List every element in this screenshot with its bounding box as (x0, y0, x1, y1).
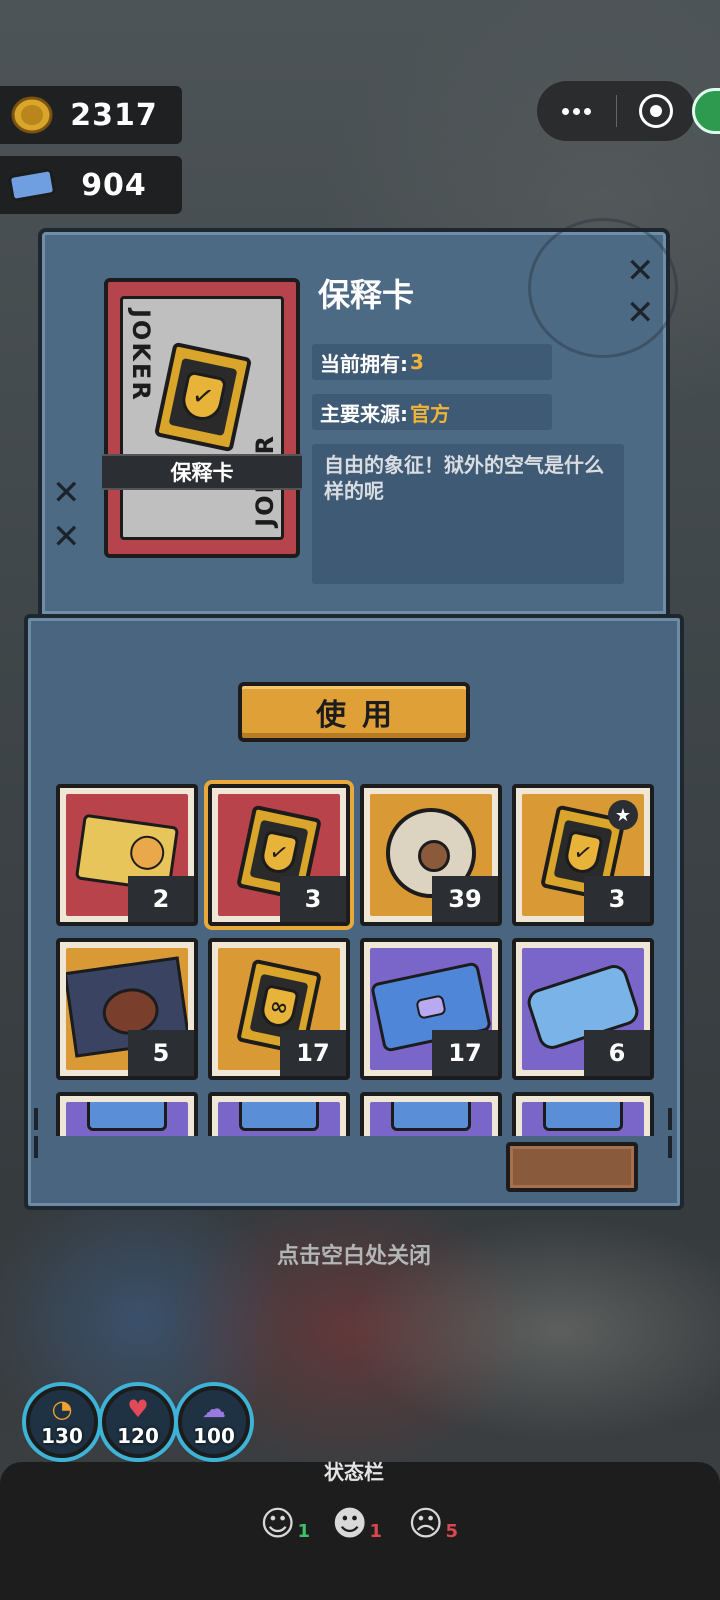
target-icon (638, 94, 673, 128)
source-label: 主要来源: (320, 401, 408, 426)
item-count: 5 (128, 1030, 194, 1076)
exit-button[interactable] (617, 81, 696, 141)
more-dots-icon (561, 107, 591, 115)
cross-mark-icon: ✕ (626, 293, 655, 333)
star-badge-icon: ★ (608, 800, 638, 830)
mood-love[interactable]: ☺ 1 (260, 1506, 310, 1542)
use-button[interactable]: 使用 (238, 682, 470, 742)
close-hint: 点击空白处关闭 (276, 1244, 431, 1269)
love-mood-icon: ☺ (260, 1504, 296, 1544)
cross-mark-icon: ✕ (626, 251, 655, 291)
status-bar: 状态栏 ☺ 1 ☻ 1 ☹ 5 (0, 1460, 720, 1600)
item-count: 39 (432, 876, 498, 922)
inventory-slot[interactable]: ✓ 3 (208, 784, 350, 926)
inventory-grid[interactable]: 2 ✓ 3 39 ✓ ★ 3 5 ∞ 17 17 6 (50, 776, 660, 1136)
owned-row: 当前拥有: 3 (312, 344, 552, 380)
coin-value: 2317 (70, 97, 158, 133)
inventory-slot[interactable]: 39 (360, 784, 502, 926)
mood-sleep-value: 1 (369, 1521, 382, 1542)
inventory-slot[interactable]: 17 (360, 938, 502, 1080)
card-label: 保释卡 (102, 454, 302, 490)
mood-drama[interactable]: ☹ 5 (408, 1506, 458, 1542)
source-value: 官方 (410, 401, 450, 426)
owned-label: 当前拥有: (320, 351, 408, 376)
item-title: 保释卡 (318, 276, 415, 314)
item-description: 自由的象征！狱外的空气是什么样的呢 (312, 444, 624, 584)
cross-mark-icon: ✕ (52, 473, 81, 513)
inventory-slot[interactable]: ✓ ★ 3 (512, 784, 654, 926)
item-count: 6 (584, 1030, 650, 1076)
inventory-slot[interactable] (208, 1092, 350, 1136)
panel-edge-mark (668, 1136, 672, 1158)
owned-value: 3 (410, 350, 424, 374)
inventory-slot[interactable] (360, 1092, 502, 1136)
hunger-icon: ◔ (51, 1395, 73, 1423)
ticket-value: 904 (81, 167, 147, 203)
item-count: 17 (280, 1030, 346, 1076)
bail-card-icon: ✓ (153, 341, 253, 453)
wooden-plank-button[interactable] (506, 1142, 638, 1192)
blue-ticket-icon (523, 960, 643, 1053)
sanity-value: 100 (193, 1424, 235, 1448)
inventory-slot[interactable]: ∞ 17 (208, 938, 350, 1080)
mood-drama-value: 5 (445, 1521, 458, 1542)
gold-coin-icon (6, 95, 58, 135)
item-card-preview: JOKER JOKER ✓ 保释卡 (102, 278, 302, 558)
item-count: 2 (128, 876, 194, 922)
coin-counter: 2317 (0, 86, 182, 144)
mini-program-capsule (536, 80, 696, 142)
mood-love-value: 1 (297, 1521, 310, 1542)
item-count: 17 (432, 1030, 498, 1076)
ticket-counter: 904 (0, 156, 182, 214)
status-bar-title: 状态栏 (324, 1460, 384, 1484)
stamp-seal-decoration (528, 218, 678, 358)
panel-edge-mark (34, 1108, 38, 1130)
inventory-slot[interactable]: 6 (512, 938, 654, 1080)
hunger-value: 130 (41, 1424, 83, 1448)
source-row: 主要来源: 官方 (312, 394, 552, 430)
sleep-mood-icon: ☻ (332, 1504, 368, 1544)
more-button[interactable] (537, 81, 616, 141)
hunger-stat[interactable]: ◔ 130 (26, 1386, 98, 1458)
inventory-slot[interactable] (56, 1092, 198, 1136)
sanity-stat[interactable]: ☁ 100 (178, 1386, 250, 1458)
inventory-slot[interactable]: 5 (56, 938, 198, 1080)
drama-mask-icon: ☹ (408, 1504, 444, 1544)
health-value: 120 (117, 1424, 159, 1448)
heart-icon: ♥ (127, 1395, 149, 1423)
blue-ticket-icon (6, 165, 58, 205)
mood-sleep[interactable]: ☻ 1 (332, 1506, 382, 1542)
inventory-slot[interactable]: 2 (56, 784, 198, 926)
cross-mark-icon: ✕ (52, 517, 81, 557)
joker-text: JOKER (127, 309, 155, 402)
panel-edge-mark (668, 1108, 672, 1130)
item-count: 3 (584, 876, 650, 922)
brain-icon: ☁ (202, 1395, 226, 1423)
panel-edge-mark (34, 1136, 38, 1158)
item-count: 3 (280, 876, 346, 922)
health-stat[interactable]: ♥ 120 (102, 1386, 174, 1458)
inventory-slot[interactable] (512, 1092, 654, 1136)
